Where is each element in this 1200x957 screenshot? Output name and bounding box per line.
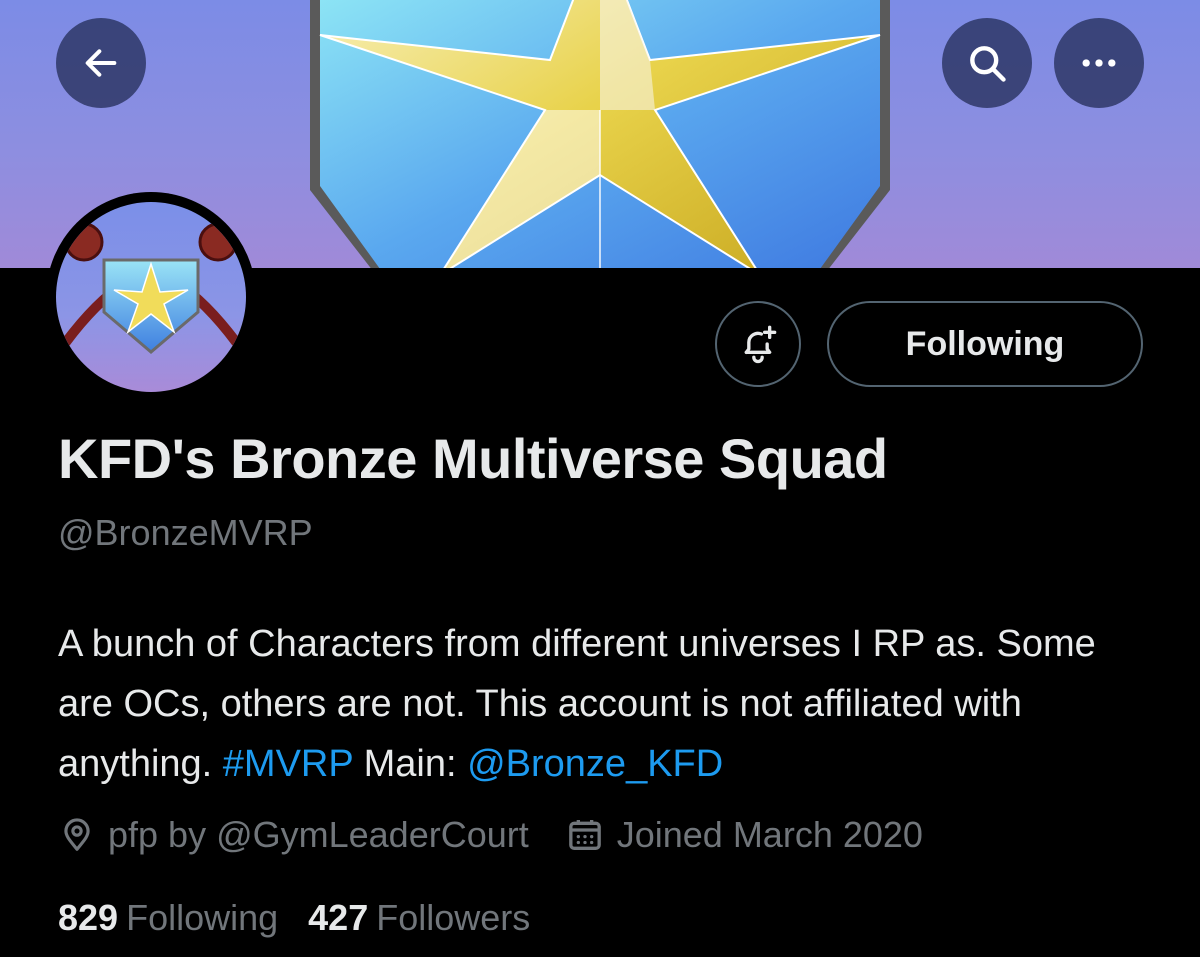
display-name: KFD's Bronze Multiverse Squad [58, 427, 888, 490]
back-button[interactable] [56, 18, 146, 108]
followers-label: Followers [376, 897, 531, 938]
profile-meta: pfp by @GymLeaderCourt Joined March 2020 [58, 810, 923, 860]
notifications-button[interactable] [715, 301, 801, 387]
following-count-link[interactable]: 829 Following [58, 897, 308, 939]
bell-plus-icon [744, 325, 777, 364]
search-icon [970, 46, 1006, 82]
joined-date: Joined March 2020 [616, 814, 923, 855]
avatar-image [56, 202, 246, 392]
arrow-left-icon [85, 49, 117, 77]
bio-main-label: Main: [353, 743, 468, 785]
following-count: 829 [58, 897, 119, 938]
more-options-button[interactable] [1054, 18, 1144, 108]
banner-star-emblem [310, 0, 890, 268]
followers-count: 427 [308, 897, 369, 938]
following-button[interactable]: Following [827, 301, 1143, 387]
bio: A bunch of Characters from different uni… [58, 614, 1158, 794]
followers-count-link[interactable]: 427 Followers [308, 897, 560, 939]
hashtag-link[interactable]: #MVRP [223, 743, 353, 785]
calendar-icon [565, 815, 605, 855]
location-pin-icon [58, 816, 96, 854]
location-text: pfp by @GymLeaderCourt [108, 814, 529, 855]
avatar[interactable] [46, 192, 256, 402]
avatar-emblem-graphic [61, 222, 241, 354]
main-account-link[interactable]: @Bronze_KFD [467, 743, 723, 785]
more-icon [1082, 59, 1116, 67]
follow-counts: 829 Following 427 Followers [58, 892, 560, 944]
following-label: Following [126, 897, 279, 938]
user-handle: @BronzeMVRP [58, 512, 313, 553]
search-button[interactable] [942, 18, 1032, 108]
